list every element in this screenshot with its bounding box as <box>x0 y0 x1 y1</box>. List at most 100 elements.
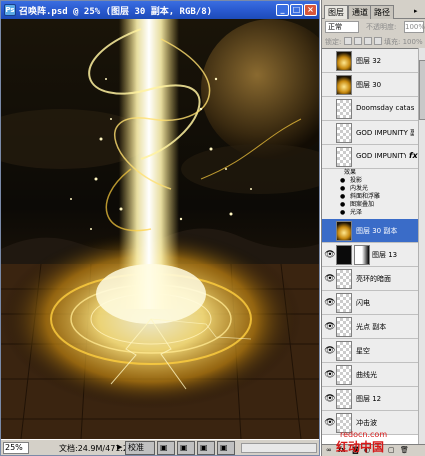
visibility-toggle[interactable] <box>324 79 336 91</box>
layer-thumbnail <box>336 51 352 71</box>
scrollbar-thumb[interactable] <box>419 60 425 120</box>
effect-label: 内发光 <box>350 185 369 192</box>
layer-list: 图层 32 图层 30 Doomsday catastrophe ... GOD… <box>322 48 418 444</box>
layer-effects-icon[interactable]: fx <box>409 151 418 160</box>
layer-name: 图层 32 <box>356 57 382 65</box>
layer-thumbnail <box>336 293 352 313</box>
layer-name: 星空 <box>356 347 370 355</box>
layer-row[interactable]: 👁 曲线光 <box>322 363 418 387</box>
layer-thumbnail <box>336 245 352 265</box>
effect-label: 斜面和浮雕 <box>350 193 381 200</box>
eye-icon[interactable]: 👁 <box>324 345 336 357</box>
taskbar-app-icon[interactable]: ▣ <box>157 441 175 455</box>
taskbar-app-icon[interactable]: ▣ <box>217 441 235 455</box>
layer-row[interactable]: GOD IMPUNITY fx <box>322 145 418 169</box>
layer-name: 光点 副本 <box>356 323 387 331</box>
effect-item[interactable]: ● 光泽 <box>322 209 418 219</box>
layer-thumbnail <box>336 389 352 409</box>
taskbar-app-icon[interactable]: ▣ <box>177 441 195 455</box>
lock-label: 锁定: <box>325 38 342 46</box>
eye-icon[interactable]: 👁 <box>324 321 336 333</box>
layer-row[interactable]: 👁 图层 13 <box>322 243 418 267</box>
visibility-toggle[interactable] <box>324 55 336 67</box>
effect-item[interactable]: ● 图案叠加 <box>322 201 418 209</box>
layer-row-selected[interactable]: 图层 30 副本 <box>322 219 418 243</box>
blend-options-row: 正常 不透明度: 100% <box>322 20 425 34</box>
panel-menu-icon[interactable]: ▸ <box>414 7 418 15</box>
close-button[interactable]: × <box>304 4 317 16</box>
visibility-toggle[interactable] <box>324 225 336 237</box>
layer-thumbnail <box>336 341 352 361</box>
opacity-label: 不透明度: <box>366 23 397 31</box>
layer-name: 冲击波 <box>356 419 377 427</box>
effect-item[interactable]: ● 投影 <box>322 177 418 185</box>
layer-row[interactable]: Doomsday catastrophe ... <box>322 97 418 121</box>
layer-thumbnail <box>336 317 352 337</box>
fill-field[interactable]: 填充: 100% <box>384 37 423 47</box>
layers-scrollbar[interactable] <box>418 48 425 444</box>
effect-visibility-icon[interactable]: ● <box>340 193 345 201</box>
status-menu-arrow-icon[interactable]: ▶ <box>117 443 122 451</box>
visibility-toggle[interactable] <box>324 151 336 163</box>
effects-header[interactable]: 效果 <box>322 169 418 177</box>
layer-thumbnail <box>336 269 352 289</box>
taskbar-app-icon[interactable]: ▣ <box>197 441 215 455</box>
blend-mode-select[interactable]: 正常 <box>325 21 359 33</box>
layer-mask-thumbnail[interactable] <box>354 245 370 265</box>
zoom-field[interactable]: 25% <box>3 442 29 454</box>
layer-name: 闪电 <box>356 299 370 307</box>
lock-pixels-icon[interactable] <box>354 37 362 45</box>
eye-icon[interactable]: 👁 <box>324 273 336 285</box>
minimize-button[interactable]: _ <box>276 4 289 16</box>
visibility-toggle[interactable] <box>324 127 336 139</box>
effect-item[interactable]: ● 内发光 <box>322 185 418 193</box>
layer-row[interactable]: 👁 亮环的暗面 <box>322 267 418 291</box>
photoshop-app-icon: Ps <box>4 4 16 16</box>
trash-icon[interactable]: 🗑 <box>400 446 409 454</box>
opacity-field[interactable]: 100% <box>404 21 425 33</box>
layer-row[interactable]: 图层 30 <box>322 73 418 97</box>
eye-icon[interactable]: 👁 <box>324 369 336 381</box>
layer-row[interactable]: 👁 闪电 <box>322 291 418 315</box>
calibrate-button[interactable]: 校准 <box>125 441 155 455</box>
layer-name: 亮环的暗面 <box>356 275 391 283</box>
effect-visibility-icon[interactable]: ● <box>340 201 345 209</box>
tab-channels[interactable]: 通道 <box>348 5 372 19</box>
layer-thumbnail <box>336 365 352 385</box>
eye-icon[interactable]: 👁 <box>324 249 336 261</box>
eye-icon[interactable]: 👁 <box>324 393 336 405</box>
effect-visibility-icon[interactable]: ● <box>340 209 345 217</box>
new-layer-icon[interactable]: ▢ <box>388 446 395 454</box>
lock-transparency-icon[interactable] <box>344 37 352 45</box>
layers-panel: 图层 通道 路径 ▸ 正常 不透明度: 100% 锁定: 填充: 100% 图层… <box>321 0 425 456</box>
lock-all-icon[interactable] <box>374 37 382 45</box>
effect-item[interactable]: ● 斜面和浮雕 <box>322 193 418 201</box>
maximize-button[interactable]: □ <box>290 4 303 16</box>
layer-thumbnail <box>336 99 352 119</box>
eye-icon[interactable]: 👁 <box>324 297 336 309</box>
layer-row[interactable]: GOD IMPUNITY 副本 4 <box>322 121 418 145</box>
layer-name: Doomsday catastrophe ... <box>356 104 414 112</box>
link-icon[interactable]: ∞ <box>326 446 332 454</box>
effect-visibility-icon[interactable]: ● <box>340 185 345 193</box>
tab-paths[interactable]: 路径 <box>370 5 394 19</box>
layer-name: 图层 13 <box>372 251 398 259</box>
layer-name: 图层 12 <box>356 395 382 403</box>
eye-icon[interactable]: 👁 <box>324 417 336 429</box>
visibility-toggle[interactable] <box>324 103 336 115</box>
document-size-info: 文档:24.9M/471.2M <box>59 444 135 453</box>
image-canvas[interactable] <box>1 19 319 439</box>
tab-layers[interactable]: 图层 <box>324 5 348 19</box>
summoning-circle-artwork <box>1 19 319 439</box>
horizontal-scrollbar[interactable] <box>241 443 317 453</box>
effect-label: 投影 <box>350 177 363 184</box>
layer-row[interactable]: 👁 图层 12 <box>322 387 418 411</box>
lock-position-icon[interactable] <box>364 37 372 45</box>
layer-row[interactable]: 👁 星空 <box>322 339 418 363</box>
layer-name: GOD IMPUNITY <box>356 152 406 160</box>
document-title: 召唤阵.psd @ 25% (图层 30 副本, RGB/8) <box>19 7 213 17</box>
document-title-bar[interactable]: Ps 召唤阵.psd @ 25% (图层 30 副本, RGB/8) _ □ × <box>1 1 319 19</box>
layer-row[interactable]: 👁 光点 副本 <box>322 315 418 339</box>
layer-row[interactable]: 图层 32 <box>322 49 418 73</box>
effect-visibility-icon[interactable]: ● <box>340 177 345 185</box>
